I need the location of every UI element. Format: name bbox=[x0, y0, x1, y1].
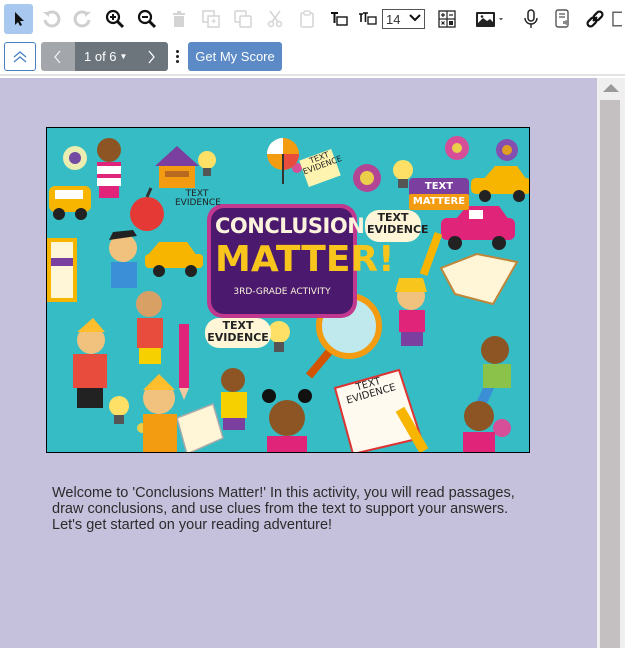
link-button[interactable] bbox=[580, 4, 609, 34]
image-icon bbox=[476, 12, 504, 27]
zoom-in-icon bbox=[105, 9, 124, 29]
main-toolbar: 14 bbox=[0, 0, 625, 38]
child-figure-decoration bbox=[221, 368, 247, 430]
page-select-dropdown[interactable]: 1 of 6 ▼ bbox=[75, 42, 134, 71]
font-size-select[interactable]: 14 bbox=[382, 9, 425, 29]
bring-forward-icon bbox=[201, 10, 220, 28]
bring-forward-button[interactable] bbox=[196, 4, 225, 34]
cut-button[interactable] bbox=[260, 4, 289, 34]
redo-icon bbox=[73, 10, 91, 28]
clipboard-icon bbox=[299, 10, 314, 28]
caret-down-icon: ▼ bbox=[119, 52, 128, 61]
activity-content-area: CONCLUSIONS MATTER! 3RD-GRADE ACTIVITY T… bbox=[0, 78, 597, 648]
activity-intro-text: Welcome to 'Conclusions Matter!' In this… bbox=[52, 485, 515, 533]
collapse-toolbar-button[interactable] bbox=[4, 42, 36, 71]
poster-title-line2: MATTER! bbox=[215, 239, 395, 280]
scissors-icon bbox=[267, 10, 282, 28]
calculator-icon bbox=[438, 10, 456, 28]
navigation-bar: 1 of 6 ▼ Get My Score bbox=[0, 38, 625, 76]
font-size-value: 14 bbox=[386, 11, 401, 27]
delete-button[interactable] bbox=[164, 4, 193, 34]
text-resize-icon bbox=[358, 12, 377, 25]
select-pointer-button[interactable] bbox=[4, 4, 33, 34]
chevron-right-icon bbox=[148, 50, 155, 63]
copy-icon bbox=[233, 10, 252, 28]
scrollbar-thumb[interactable] bbox=[600, 100, 620, 648]
panel-icon bbox=[612, 11, 623, 27]
poster-label-text-evidence: TEXT EVIDENCE bbox=[175, 189, 221, 209]
previous-page-button[interactable] bbox=[41, 42, 75, 71]
vertical-ellipsis-icon[interactable] bbox=[174, 46, 180, 66]
poster-label-text-mattere: TEXT MATTERE bbox=[412, 181, 466, 207]
child-figure-decoration bbox=[73, 318, 107, 408]
cursor-arrow-icon bbox=[14, 12, 24, 26]
calculator-button[interactable] bbox=[433, 4, 462, 34]
chevron-left-icon bbox=[54, 50, 61, 63]
page-navigator: 1 of 6 ▼ bbox=[41, 42, 168, 71]
undo-button[interactable] bbox=[36, 4, 65, 34]
redo-button[interactable] bbox=[68, 4, 97, 34]
microphone-button[interactable] bbox=[516, 4, 545, 34]
vertical-scrollbar[interactable] bbox=[597, 78, 625, 648]
poster-subtitle: 3RD-GRADE ACTIVITY bbox=[233, 287, 331, 297]
get-my-score-button[interactable]: Get My Score bbox=[188, 42, 282, 71]
undo-icon bbox=[42, 10, 60, 28]
speaker-document-icon bbox=[555, 9, 569, 28]
text-to-speech-button[interactable] bbox=[548, 4, 577, 34]
poster-label-text-evidence: TEXT EVIDENCE bbox=[367, 211, 429, 236]
paste-button[interactable] bbox=[292, 4, 321, 34]
scroll-up-arrow-icon[interactable] bbox=[603, 84, 619, 92]
child-figure-decoration bbox=[97, 138, 121, 198]
page-indicator: 1 of 6 bbox=[84, 49, 117, 64]
double-chevron-up-icon bbox=[13, 50, 27, 62]
insert-image-button[interactable] bbox=[471, 4, 510, 34]
trash-icon bbox=[172, 11, 185, 27]
next-page-button[interactable] bbox=[134, 42, 168, 71]
poster-title-line1: CONCLUSIONS bbox=[215, 214, 379, 238]
text-resize-button[interactable] bbox=[353, 4, 382, 34]
book-decoration bbox=[47, 238, 77, 302]
overflow-tool-button[interactable] bbox=[612, 4, 623, 34]
zoom-out-button[interactable] bbox=[132, 4, 161, 34]
zoom-out-icon bbox=[137, 9, 156, 29]
copy-button[interactable] bbox=[228, 4, 257, 34]
child-figure-decoration bbox=[136, 291, 163, 364]
poster-label-text-evidence: TEXT EVIDENCE bbox=[207, 319, 269, 344]
link-icon bbox=[586, 10, 604, 28]
microphone-icon bbox=[524, 9, 538, 28]
text-box-icon bbox=[330, 12, 348, 26]
pencil-decoration bbox=[179, 324, 189, 400]
chevron-down-icon bbox=[409, 13, 421, 25]
text-box-button[interactable] bbox=[324, 4, 353, 34]
zoom-in-button[interactable] bbox=[100, 4, 129, 34]
conclusions-matter-poster-image: CONCLUSIONS MATTER! 3RD-GRADE ACTIVITY T… bbox=[46, 127, 530, 453]
